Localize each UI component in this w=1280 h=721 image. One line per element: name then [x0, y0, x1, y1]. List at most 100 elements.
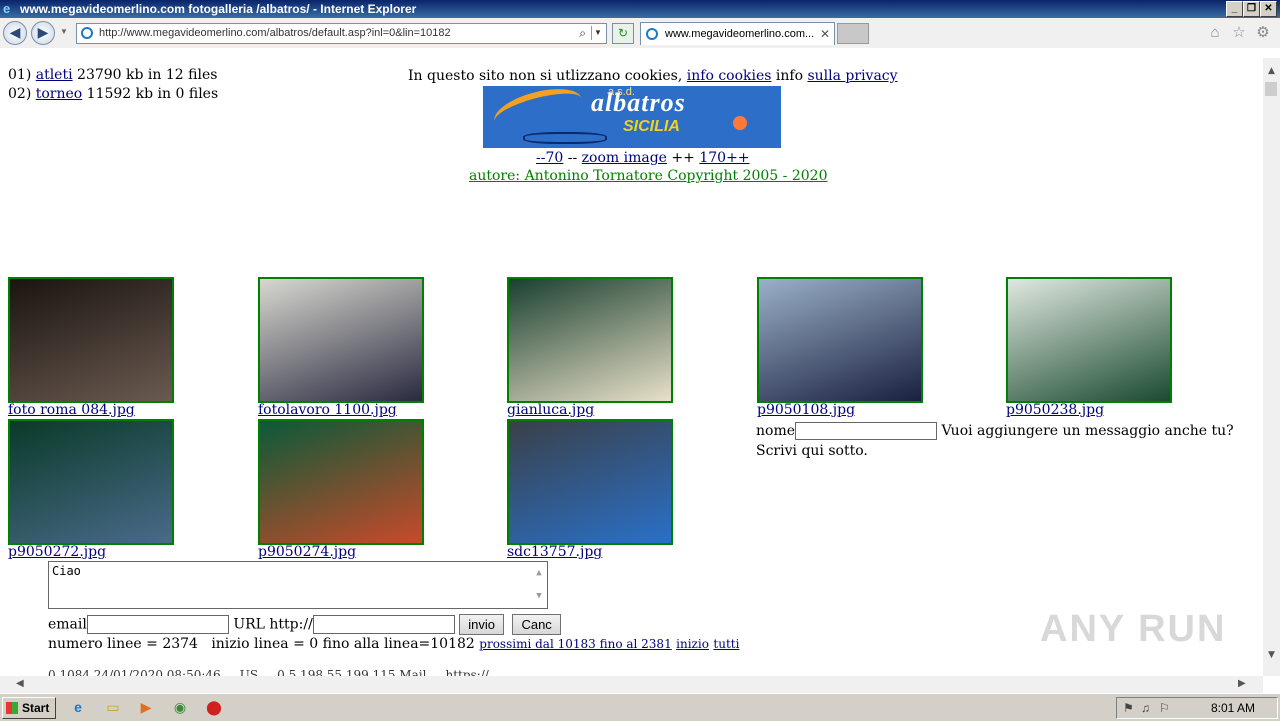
photo-image[interactable] [10, 421, 172, 543]
photo-caption-link[interactable]: fotolavoro 1100.jpg [258, 402, 397, 418]
info-cookies-link[interactable]: info cookies [687, 68, 772, 84]
banner-sicilia: SICILIA [623, 118, 680, 135]
zoom-image-link[interactable]: zoom image [582, 150, 667, 166]
photo-image[interactable] [260, 279, 422, 401]
tools-gear-icon[interactable]: ⚙ [1254, 24, 1272, 42]
email-label: email [48, 616, 87, 633]
email-row: email URL http:// invio Canc [48, 614, 561, 635]
zoom-in-link[interactable]: 170++ [699, 150, 749, 166]
ping-pong-ball-icon [733, 116, 747, 130]
photo-caption-link[interactable]: p9050272.jpg [8, 544, 106, 560]
scroll-right-icon[interactable]: ▶ [1238, 678, 1246, 689]
photo-caption-link[interactable]: foto roma 084.jpg [8, 402, 135, 418]
photo-thumbnail[interactable] [258, 419, 424, 545]
tray-volume-icon[interactable]: ♫ [1141, 698, 1150, 718]
file-link-torneo[interactable]: torneo [36, 86, 82, 102]
close-window-button[interactable]: ✕ [1260, 1, 1277, 17]
scroll-down-icon[interactable]: ▼ [1263, 648, 1280, 662]
message-prompt: nome Vuoi aggiungere un messaggio anche … [756, 421, 1251, 461]
ie-taskbar-icon[interactable]: e [66, 697, 90, 717]
zoom-controls: --70 -- zoom image ++ 170++ [536, 150, 750, 166]
email-input[interactable] [86, 615, 229, 634]
tab-title: www.megavideomerlino.com... [665, 28, 815, 40]
message-textarea[interactable]: Ciao ▲ ▼ [48, 561, 548, 609]
cancel-button[interactable]: Canc [512, 614, 561, 635]
photo-thumbnail[interactable] [8, 277, 174, 403]
photo-thumbnail[interactable] [8, 419, 174, 545]
tray-flag-icon[interactable]: ⚐ [1159, 698, 1170, 718]
file-link-atleti[interactable]: atleti [36, 67, 73, 83]
start-link[interactable]: inizio [676, 637, 709, 651]
chrome-icon[interactable]: ◉ [168, 697, 192, 717]
address-bar[interactable]: http://www.megavideomerlino.com/albatros… [76, 23, 607, 44]
tab-favicon [646, 28, 658, 40]
photo-image[interactable] [759, 279, 921, 401]
windows-logo-icon [6, 702, 18, 714]
url-label: URL http:// [233, 616, 313, 633]
photo-thumbnail[interactable] [757, 277, 923, 403]
zoom-out-link[interactable]: --70 [536, 150, 563, 166]
tray-network-icon[interactable]: ⚑ [1123, 698, 1134, 718]
system-tray: ⚑ ♫ ⚐ 8:01 AM [1116, 697, 1278, 719]
back-icon[interactable]: ◀ [3, 21, 27, 45]
next-link[interactable]: prossimi dal 10183 fino al 2381 [479, 637, 671, 651]
submit-button[interactable]: invio [459, 614, 504, 635]
photo-caption-link[interactable]: gianluca.jpg [507, 402, 594, 418]
photo-thumbnail[interactable] [258, 277, 424, 403]
explorer-folder-icon[interactable]: ▭ [101, 697, 125, 717]
refresh-icon[interactable]: ↻ [612, 23, 634, 44]
history-dropdown-icon[interactable]: ▼ [60, 27, 68, 36]
name-label: nome [756, 423, 796, 439]
media-player-icon[interactable]: ▶ [134, 697, 158, 717]
photo-image[interactable] [260, 421, 422, 543]
minimize-button[interactable]: _ [1226, 1, 1243, 17]
photo-image[interactable] [509, 421, 671, 543]
privacy-link[interactable]: sulla privacy [807, 68, 897, 84]
author-credit: autore: Antonino Tornatore Copyright 200… [469, 168, 827, 184]
new-tab-button[interactable] [837, 23, 869, 44]
vertical-scrollbar[interactable]: ▲ ▼ [1263, 58, 1280, 676]
stats-text: numero linee = 2374 inizio linea = 0 fin… [48, 636, 475, 652]
scroll-up-icon[interactable]: ▲ [1263, 64, 1280, 78]
horizontal-scrollbar[interactable]: ◀ ▶ [0, 676, 1263, 693]
start-button[interactable]: Start [2, 697, 56, 719]
maximize-button[interactable]: ❐ [1243, 1, 1260, 17]
page-content: 01) atleti 23790 kb in 12 files 02) torn… [0, 48, 1263, 676]
url-input[interactable] [312, 615, 455, 634]
file-item: 01) atleti 23790 kb in 12 files [8, 67, 218, 83]
photo-image[interactable] [509, 279, 671, 401]
photo-caption-link[interactable]: sdc13757.jpg [507, 544, 602, 560]
window-title: www.megavideomerlino.com fotogalleria /a… [20, 2, 417, 16]
close-tab-icon[interactable]: ✕ [820, 23, 830, 45]
search-icon[interactable]: ⌕ [579, 24, 586, 43]
home-icon[interactable]: ⌂ [1206, 24, 1224, 42]
all-link[interactable]: tutti [713, 637, 739, 651]
address-dropdown-icon[interactable]: ▼ [591, 26, 604, 40]
photo-image[interactable] [1008, 279, 1170, 401]
photo-thumbnail[interactable] [507, 419, 673, 545]
file-item: 02) torneo 11592 kb in 0 files [8, 86, 219, 102]
tray-clock: 8:01 AM [1210, 701, 1255, 715]
photo-thumbnail[interactable] [1006, 277, 1172, 403]
photo-caption-link[interactable]: p9050238.jpg [1006, 402, 1104, 418]
photo-caption-link[interactable]: p9050108.jpg [757, 402, 855, 418]
photo-image[interactable] [10, 279, 172, 401]
browser-tab[interactable]: www.megavideomerlino.com... ✕ [640, 22, 835, 45]
favorites-star-icon[interactable]: ☆ [1230, 24, 1248, 42]
photo-thumbnail[interactable] [507, 277, 673, 403]
cookie-notice: In questo sito non si utlizzano cookies,… [408, 68, 898, 84]
taskbar: Start e ▭ ▶ ◉ ⬤ ⚑ ♫ ⚐ 8:01 AM [0, 693, 1280, 721]
ie-logo-icon: e [3, 1, 11, 16]
forward-icon[interactable]: ▶ [31, 21, 55, 45]
file-list: 01) atleti 23790 kb in 12 files 02) torn… [8, 66, 218, 104]
photo-caption-link[interactable]: p9050274.jpg [258, 544, 356, 560]
address-url[interactable]: http://www.megavideomerlino.com/albatros… [99, 24, 451, 43]
textarea-scrollbar[interactable]: ▲ ▼ [531, 562, 547, 608]
scroll-thumb[interactable] [1265, 82, 1277, 96]
scroll-left-icon[interactable]: ◀ [16, 678, 24, 689]
author-link[interactable]: autore: Antonino Tornatore Copyright 200… [469, 168, 827, 184]
site-favicon [81, 27, 93, 39]
message-text[interactable]: Ciao [52, 564, 81, 578]
opera-icon[interactable]: ⬤ [202, 697, 226, 717]
name-input[interactable] [795, 422, 938, 440]
